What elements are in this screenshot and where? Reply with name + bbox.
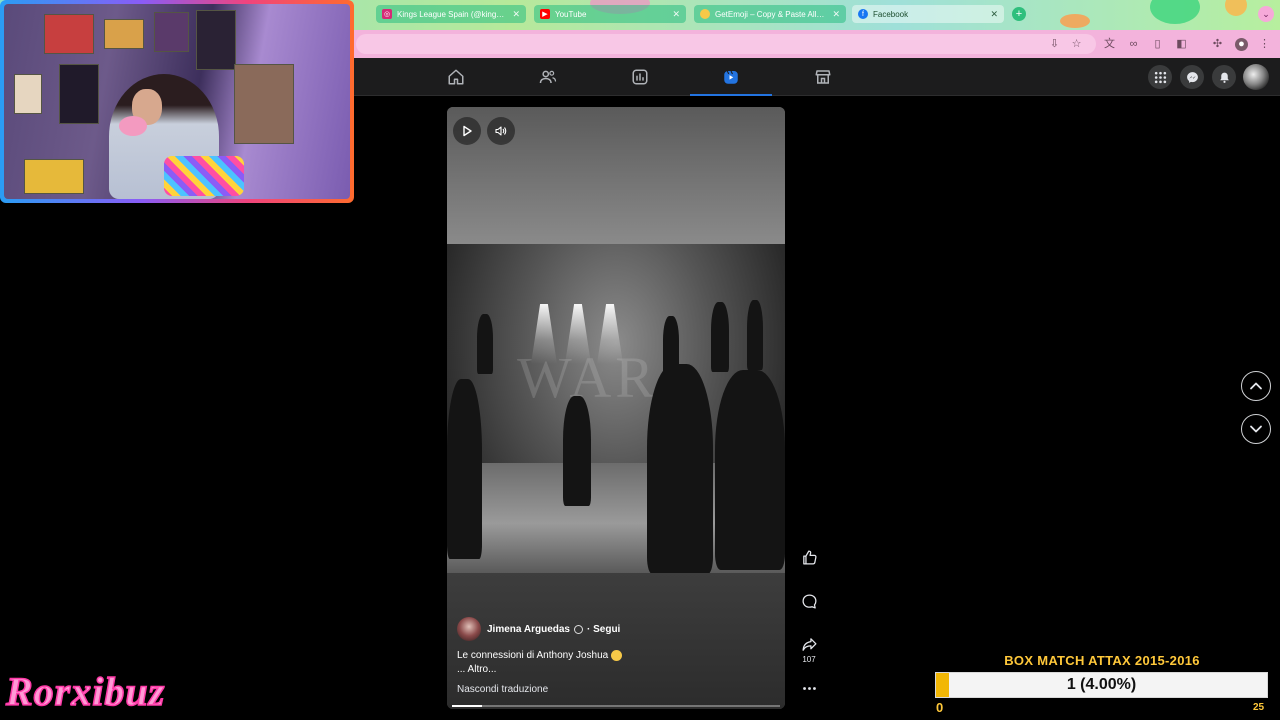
install-icon[interactable]: ⇩ (1048, 38, 1061, 51)
account-avatar[interactable] (1243, 64, 1269, 90)
menu-grid-button[interactable] (1148, 65, 1172, 89)
share-icon (801, 638, 817, 651)
reel-caption: Le connessioni di Anthony Joshua ... Alt… (457, 649, 623, 677)
share-button[interactable]: 107 (797, 636, 821, 664)
share-count: 107 (802, 655, 816, 664)
youtube-icon: ▶ (540, 9, 550, 19)
nav-friends[interactable] (507, 58, 589, 96)
instagram-icon: ◎ (382, 9, 392, 19)
close-tab-icon[interactable]: ✕ (990, 9, 998, 20)
browser-menu-icon[interactable]: ⋮ (1258, 38, 1271, 51)
goal-value: 1 (4.00%) (1066, 676, 1137, 693)
bookmark-star-icon[interactable]: ☆ (1070, 38, 1083, 51)
hide-translation-link[interactable]: Nascondi traduzione (457, 684, 548, 695)
comment-button[interactable] (797, 593, 821, 610)
goal-max: 25 (1253, 702, 1265, 713)
video-frame: WAR (447, 244, 785, 574)
messenger-icon (1186, 71, 1198, 83)
reels-icon (724, 70, 738, 84)
messenger-button[interactable] (1180, 65, 1204, 89)
reel-video[interactable]: WAR Jimena Arguedas · Segui Le connessio… (447, 107, 785, 709)
extension-icon[interactable]: ◧ (1175, 38, 1188, 51)
verified-icon (574, 624, 583, 634)
tab-title: YouTube (555, 9, 587, 19)
nav-reels[interactable] (690, 58, 772, 96)
thumbs-up-icon (802, 550, 817, 565)
feeds-icon (632, 69, 648, 85)
like-button[interactable] (797, 549, 821, 566)
chevron-up-icon (1250, 382, 1262, 390)
nav-home[interactable] (415, 58, 497, 96)
goal-title: BOX MATCH ATTAX 2015-2016 (1004, 653, 1200, 668)
previous-reel-button[interactable] (1241, 371, 1271, 401)
close-tab-icon[interactable]: ✕ (672, 9, 680, 20)
tab-title: Kings League Spain (@kings… (397, 9, 507, 19)
tab-search-icon[interactable]: ⌄ (1258, 6, 1274, 22)
close-tab-icon[interactable]: ✕ (512, 9, 520, 20)
tab-youtube[interactable]: ▶ YouTube ✕ (534, 5, 686, 23)
webcam-feed (4, 4, 350, 199)
webcam-overlay (0, 0, 354, 203)
thinking-emoji-icon (611, 649, 623, 661)
follow-link[interactable]: · Segui (587, 624, 620, 635)
extensions-puzzle-icon[interactable]: ✣ (1211, 38, 1224, 51)
see-more-link[interactable]: ... Altro... (457, 664, 496, 675)
tab-title: Facebook (873, 9, 909, 19)
author-avatar[interactable] (457, 617, 481, 641)
profile-icon[interactable]: ● (1235, 38, 1248, 51)
address-bar[interactable] (356, 34, 1096, 54)
close-tab-icon[interactable]: ✕ (832, 9, 840, 20)
reel-author-row: Jimena Arguedas · Segui (457, 617, 620, 641)
comment-icon (801, 594, 817, 609)
link-icon[interactable]: ∞ (1127, 38, 1140, 51)
friends-icon (539, 70, 557, 84)
bell-icon (1219, 72, 1229, 83)
nav-marketplace[interactable] (782, 58, 864, 96)
screen: { "browser": { "tabs": [ {"title": "King… (0, 0, 1280, 720)
author-name[interactable]: Jimena Arguedas (487, 624, 570, 635)
facebook-icon: f (858, 9, 868, 19)
tab-instagram[interactable]: ◎ Kings League Spain (@kings… ✕ (376, 5, 526, 23)
goal-progress-bar: 1 (4.00%) (935, 672, 1268, 698)
tab-getemoji[interactable]: GetEmoji – Copy & Paste All E… ✕ (694, 5, 846, 23)
video-progress-bar[interactable] (452, 705, 780, 707)
sidebar-icon[interactable]: ▯ (1151, 38, 1164, 51)
volume-icon (495, 126, 507, 136)
translate-icon[interactable]: 文 (1103, 38, 1116, 51)
more-options-button[interactable] (797, 680, 821, 697)
play-icon (463, 125, 472, 137)
emoji-icon (700, 9, 710, 19)
new-tab-button[interactable]: + (1012, 7, 1026, 21)
nav-feeds[interactable] (599, 58, 681, 96)
home-icon (448, 69, 464, 85)
streamer-name-logo: Rorxibuz (5, 668, 166, 715)
notifications-button[interactable] (1212, 65, 1236, 89)
video-progress-fill (452, 705, 482, 707)
next-reel-button[interactable] (1241, 414, 1271, 444)
more-dots-icon (802, 687, 816, 690)
marketplace-icon (815, 70, 831, 84)
grid-icon (1154, 71, 1166, 83)
volume-button[interactable] (487, 117, 515, 145)
chevron-down-icon (1250, 425, 1262, 433)
goal-min: 0 (936, 700, 944, 715)
tab-facebook[interactable]: f Facebook ✕ (852, 5, 1004, 23)
scene-text: WAR (517, 345, 658, 410)
play-button[interactable] (453, 117, 481, 145)
tab-title: GetEmoji – Copy & Paste All E… (715, 9, 827, 19)
caption-text: Le connessioni di Anthony Joshua (457, 650, 609, 661)
